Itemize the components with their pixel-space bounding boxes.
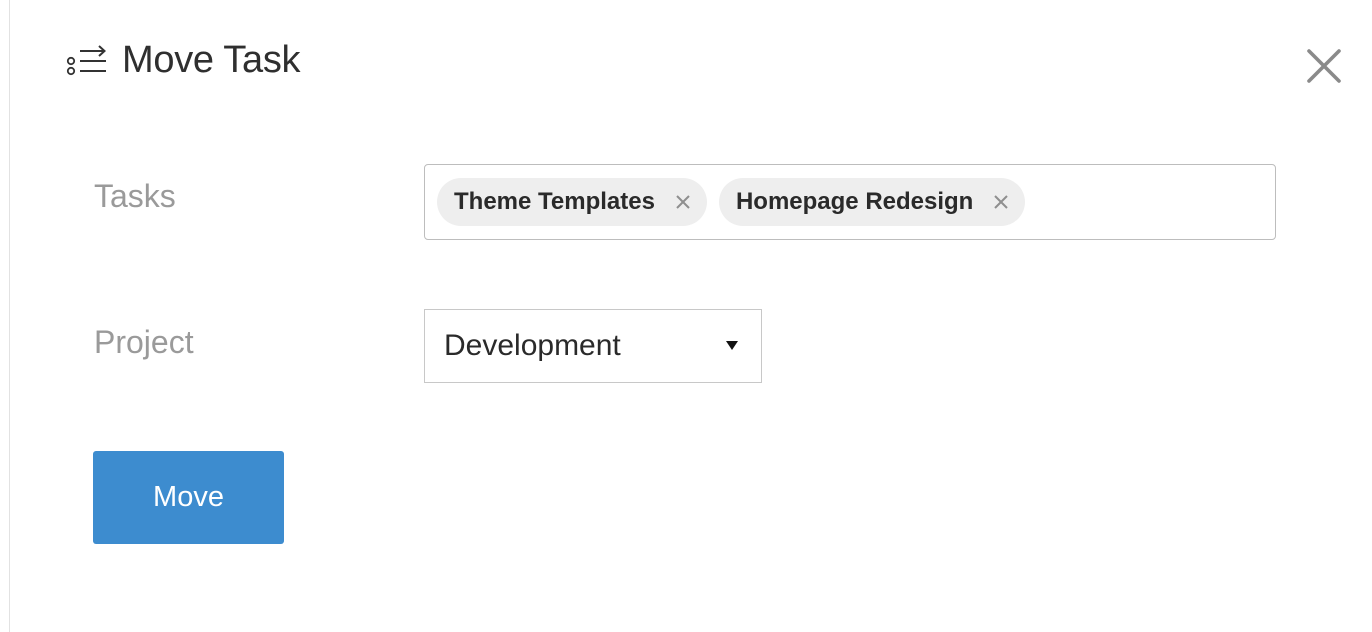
project-label: Project (94, 324, 194, 360)
close-icon[interactable] (673, 192, 693, 212)
close-icon[interactable] (1304, 46, 1344, 86)
move-task-icon (66, 45, 106, 76)
move-task-dialog: Move Task Tasks Theme Templates Homepage… (0, 0, 1372, 632)
caret-down-icon (726, 341, 738, 350)
task-chip: Homepage Redesign (718, 178, 1026, 226)
tasks-input[interactable]: Theme Templates Homepage Redesign (424, 164, 1276, 240)
task-chip-label: Homepage Redesign (735, 188, 974, 215)
tasks-label: Tasks (94, 178, 176, 214)
task-chip-label: Theme Templates (454, 188, 655, 215)
move-button[interactable]: Move (93, 451, 284, 544)
project-select[interactable]: Development (424, 309, 762, 383)
panel-left-border (0, 0, 10, 632)
task-chip: Theme Templates (437, 178, 707, 226)
close-icon[interactable] (991, 192, 1011, 212)
dialog-title: Move Task (122, 38, 301, 81)
project-select-value: Development (444, 329, 621, 362)
dialog-header: Move Task (66, 38, 301, 82)
